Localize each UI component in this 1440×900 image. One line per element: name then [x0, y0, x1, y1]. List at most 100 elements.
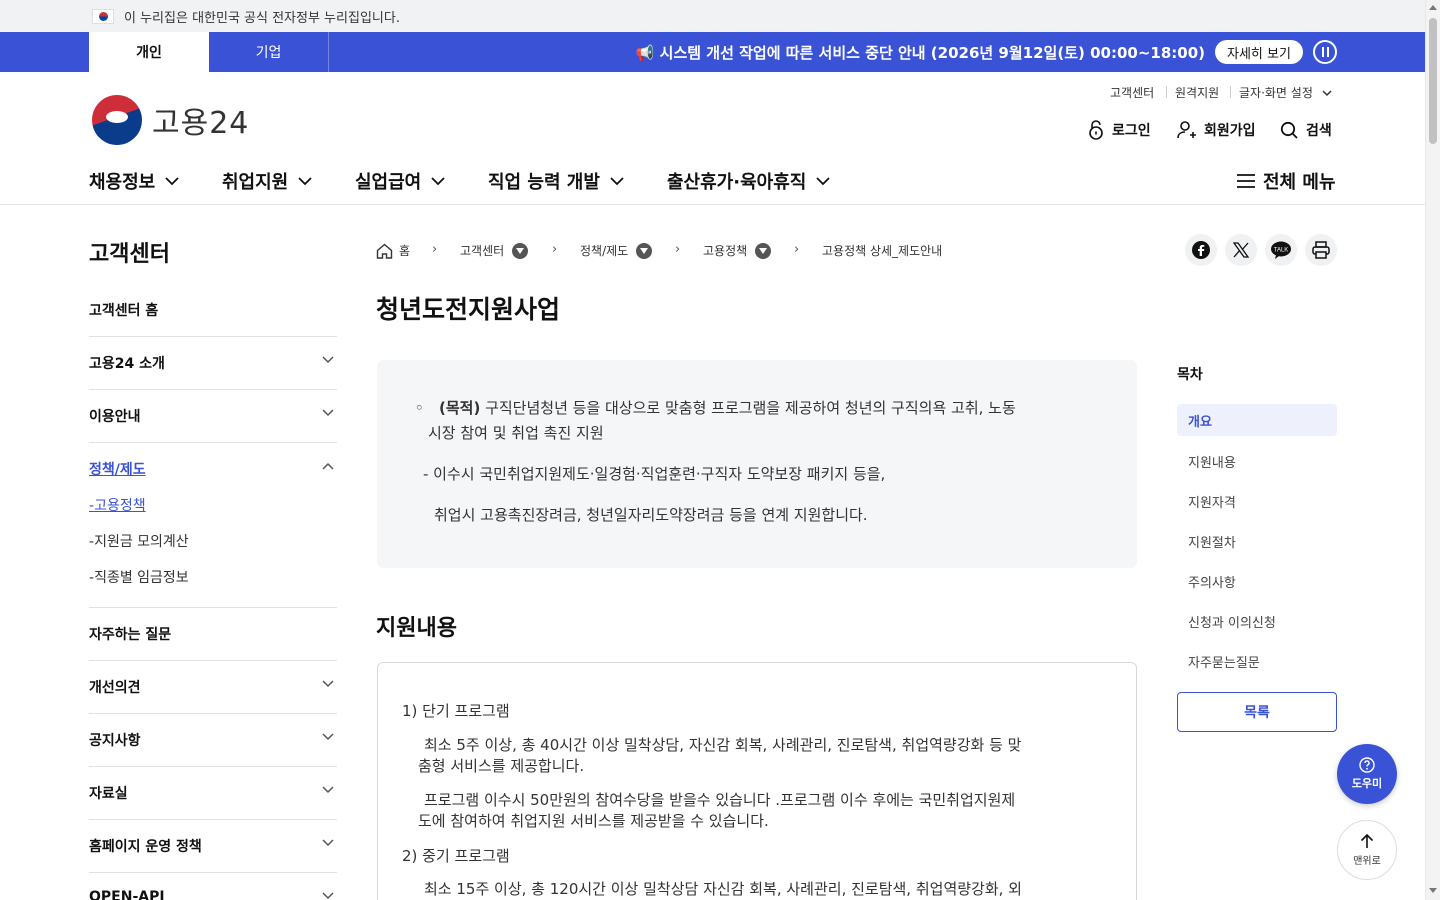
all-menu-button[interactable]: 전체 메뉴 — [1237, 168, 1336, 194]
chevron-down-icon — [322, 356, 334, 364]
facebook-share-icon[interactable] — [1185, 234, 1217, 266]
lnb-subitem-employment-policy[interactable]: -고용정책 — [89, 495, 146, 515]
korea-flag-icon — [92, 8, 114, 24]
util-display-settings[interactable]: 글자·화면 설정 — [1239, 84, 1332, 101]
toc-title: 목차 — [1177, 367, 1203, 383]
lnb-label: OPEN-API — [89, 889, 165, 900]
lnb-subitem-subsidy-calc[interactable]: -지원금 모의계산 — [89, 531, 189, 551]
breadcrumb-home[interactable]: 홈 — [376, 242, 410, 259]
list-button[interactable]: 목록 — [1177, 692, 1337, 732]
lnb-label: 정책/제도 — [89, 462, 146, 478]
logo[interactable]: 고용24 — [92, 95, 249, 145]
chevron-down-icon — [322, 892, 334, 900]
gnb-item-unemployment[interactable]: 실업급여 — [355, 168, 445, 194]
help-label: 도우미 — [1351, 777, 1383, 790]
chevron-down-icon — [431, 176, 445, 185]
breadcrumb-label: 정책/제도 — [580, 244, 629, 258]
chevron-down-icon — [322, 839, 334, 847]
chevron-up-icon — [322, 462, 334, 470]
x-share-icon[interactable] — [1225, 234, 1257, 266]
lnb-divider — [89, 766, 337, 767]
tab-business[interactable]: 기업 — [209, 32, 329, 72]
lnb-divider — [89, 607, 337, 608]
chevron-down-icon — [322, 786, 334, 794]
print-icon[interactable] — [1305, 234, 1337, 266]
scroll-top-button[interactable]: 맨위로 — [1337, 820, 1397, 880]
support-content-box: 1) 단기 프로그램 최소 5주 이상, 총 40시간 이상 밀착상담, 자신감… — [377, 662, 1137, 900]
search-button[interactable]: 검색 — [1280, 120, 1332, 140]
summary-line: - 이수시 국민취업지원제도·일경험·직업훈련·구직자 도약보장 패키지 등을, — [423, 465, 886, 483]
notice-text[interactable]: 📢 시스템 개선 작업에 따른 서비스 중단 안내 (2026년 9월12일(토… — [636, 32, 1205, 72]
pause-icon[interactable] — [1313, 40, 1337, 64]
content-paragraph: 최소 15주 이상, 총 120시간 이상 밀착상담 자신감 회복, 사례관리,… — [424, 880, 1022, 898]
gov-emblem-icon — [92, 95, 142, 145]
lnb-item-policy[interactable]: 정책/제도 — [89, 459, 337, 479]
util-divider — [1166, 86, 1167, 98]
question-icon — [1359, 757, 1375, 773]
lnb-item-open-api[interactable]: OPEN-API — [89, 889, 337, 900]
scrollbar-thumb[interactable] — [1429, 18, 1437, 144]
gnb-label: 취업지원 — [222, 172, 289, 193]
util-display-label: 글자·화면 설정 — [1239, 86, 1313, 100]
notice-detail-button[interactable]: 자세히 보기 — [1215, 40, 1303, 64]
toc-item-overview[interactable]: 개요 — [1177, 404, 1337, 436]
breadcrumb-customer-center[interactable]: 고객센터 — [460, 242, 529, 259]
gnb-label: 채용정보 — [89, 172, 156, 193]
content-paragraph: 춤형 서비스를 제공합니다. — [418, 757, 585, 775]
scroll-up-arrow-icon[interactable] — [1429, 5, 1437, 10]
lnb-label: 고용24 소개 — [89, 356, 165, 372]
breadcrumb-label: 홈 — [399, 244, 411, 258]
lnb-item-about[interactable]: 고용24 소개 — [89, 353, 337, 373]
lnb-divider — [89, 713, 337, 714]
lnb-item-archive[interactable]: 자료실 — [89, 783, 337, 803]
kakaotalk-share-icon[interactable]: TALK — [1265, 234, 1297, 266]
gov-banner: 이 누리집은 대한민국 공식 전자정부 누리집입니다. — [0, 0, 1425, 32]
toc-item-eligibility[interactable]: 지원자격 — [1188, 492, 1236, 511]
dropdown-caret-icon — [755, 242, 772, 259]
lnb-divider — [89, 819, 337, 820]
breadcrumb-employment-policy[interactable]: 고용정책 — [703, 242, 772, 259]
content-paragraph: 도에 참여하여 취업지원 서비스를 제공받을 수 있습니다. — [418, 812, 769, 830]
summary-purpose: (목적) 구직단념청년 등을 대상으로 맞춤형 프로그램을 제공하여 청년의 구… — [439, 396, 1119, 421]
lnb-item-notices[interactable]: 공지사항 — [89, 730, 337, 750]
scrollbar[interactable] — [1425, 0, 1440, 900]
login-button[interactable]: 로그인 — [1087, 120, 1151, 140]
lnb-sub-label: 지원금 모의계산 — [94, 534, 189, 550]
breadcrumb-label: 고용정책 상세_제도안내 — [822, 244, 943, 258]
logo-text: 고용24 — [152, 106, 250, 141]
gnb-item-employment-support[interactable]: 취업지원 — [222, 168, 312, 194]
all-menu-label: 전체 메뉴 — [1263, 172, 1336, 193]
lnb-divider — [89, 442, 337, 443]
arrow-up-icon — [1360, 833, 1374, 848]
gnb-item-skills[interactable]: 직업 능력 개발 — [488, 168, 624, 194]
scroll-down-arrow-icon[interactable] — [1429, 888, 1437, 893]
toc-item-support[interactable]: 지원내용 — [1188, 452, 1236, 471]
lnb-item-home[interactable]: 고객센터 홈 — [89, 300, 337, 320]
toc-item-faq[interactable]: 자주묻는질문 — [1188, 652, 1260, 671]
lnb-item-guide[interactable]: 이용안내 — [89, 406, 337, 426]
chevron-down-icon — [165, 176, 179, 185]
tab-personal[interactable]: 개인 — [89, 32, 209, 72]
lnb-subitem-wage-info[interactable]: -직종별 임금정보 — [89, 567, 189, 587]
toc-item-cautions[interactable]: 주의사항 — [1188, 572, 1236, 591]
util-customer-center[interactable]: 고객센터 — [1110, 84, 1154, 101]
breadcrumb-policy[interactable]: 정책/제도 — [580, 242, 653, 259]
help-button[interactable]: 도우미 — [1337, 744, 1397, 804]
gnb-item-jobs[interactable]: 채용정보 — [89, 168, 179, 194]
toc-item-application[interactable]: 신청과 이의신청 — [1188, 612, 1276, 631]
gov-banner-text: 이 누리집은 대한민국 공식 전자정부 누리집입니다. — [124, 10, 400, 26]
lnb-item-site-policy[interactable]: 홈페이지 운영 정책 — [89, 836, 337, 856]
lnb-divider — [89, 872, 337, 873]
lnb-sub-label: 고용정책 — [94, 498, 146, 514]
dropdown-caret-icon — [636, 242, 653, 259]
gnb-item-leave[interactable]: 출산휴가·육아휴직 — [667, 168, 830, 194]
toc-item-procedure[interactable]: 지원절차 — [1188, 532, 1236, 551]
content-paragraph: 최소 5주 이상, 총 40시간 이상 밀착상담, 자신감 회복, 사례관리, … — [424, 736, 1022, 754]
chevron-down-icon — [610, 176, 624, 185]
signup-button[interactable]: 회원가입 — [1177, 120, 1256, 140]
login-label: 로그인 — [1112, 123, 1151, 139]
lnb-item-faq[interactable]: 자주하는 질문 — [89, 624, 337, 644]
lnb-divider — [89, 336, 337, 337]
lnb-item-feedback[interactable]: 개선의견 — [89, 677, 337, 697]
util-remote-support[interactable]: 원격지원 — [1175, 84, 1219, 101]
